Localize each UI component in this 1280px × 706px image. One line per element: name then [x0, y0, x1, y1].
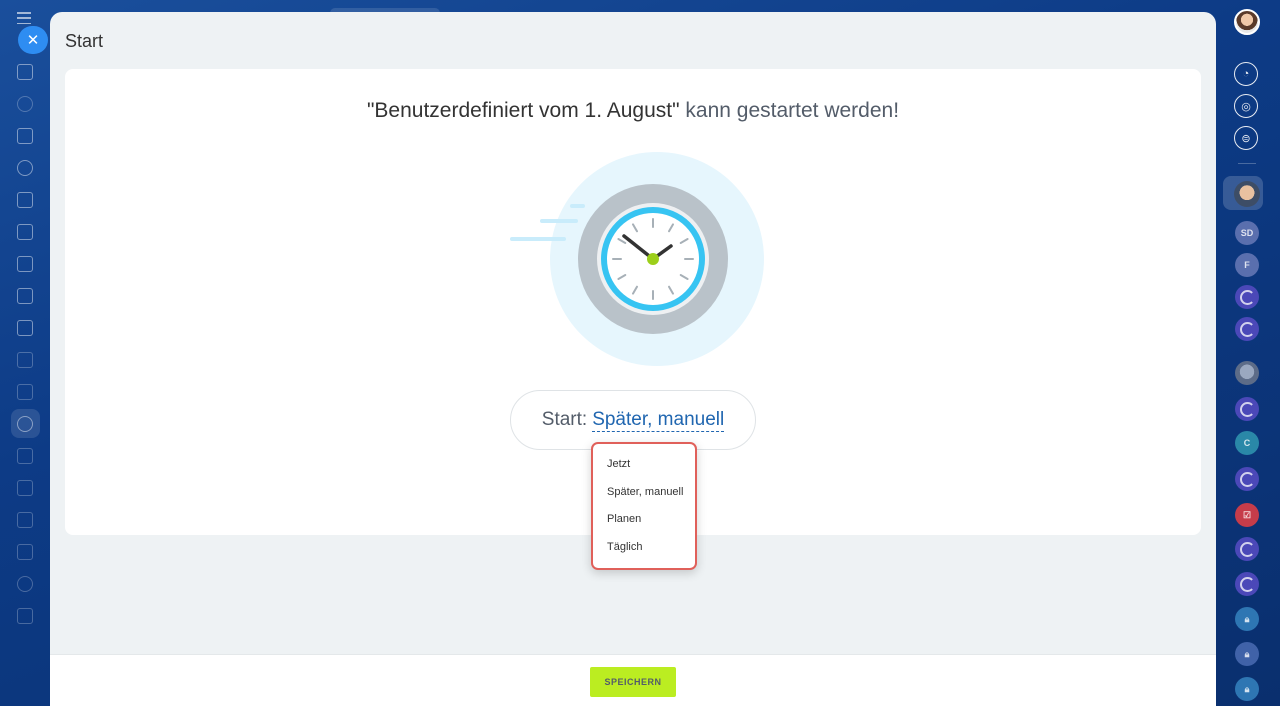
chat-avatar-sd[interactable]: SD — [1235, 221, 1259, 245]
footer-bar: SPEICHERN — [50, 654, 1216, 706]
sites-icon[interactable] — [17, 512, 33, 528]
feed-icon[interactable] — [17, 128, 33, 144]
workgroup-icon[interactable] — [17, 256, 33, 272]
tasks-icon[interactable] — [17, 288, 33, 304]
divider — [1238, 163, 1256, 164]
marketing-icon[interactable] — [17, 416, 33, 432]
users-icon[interactable] — [17, 160, 33, 176]
clock-illustration — [510, 152, 764, 366]
openline-icon[interactable] — [1235, 317, 1259, 341]
lock-icon[interactable]: 🔒︎ — [1235, 607, 1259, 631]
document-icon[interactable] — [17, 192, 33, 208]
close-slider-button[interactable]: ✕ — [18, 26, 48, 54]
tasks-chat-icon[interactable]: ☑ — [1235, 503, 1259, 527]
save-button[interactable]: SPEICHERN — [590, 667, 676, 697]
crm-icon[interactable] — [17, 224, 33, 240]
template-name: "Benutzerdefiniert vom 1. August" — [366, 99, 680, 122]
chat-icon[interactable] — [17, 320, 33, 336]
chat-avatar[interactable] — [1235, 361, 1259, 385]
start-mode-link[interactable]: Später, manuell — [592, 409, 725, 432]
chat-avatar-c[interactable]: C — [1235, 431, 1259, 455]
page-title: Start — [65, 31, 104, 51]
contact-center-icon[interactable] — [17, 544, 33, 560]
start-mode-dropdown: Jetzt Später, manuell Planen Täglich — [591, 442, 697, 570]
avatar-initials: C — [1243, 438, 1251, 448]
openline-icon[interactable] — [1235, 467, 1259, 491]
lock-icon[interactable]: 🔒︎ — [1235, 677, 1259, 701]
left-sidebar: ✕ — [0, 0, 50, 706]
right-sidebar: ◔ ◎ ⊜ SD F C ☑ 🔒︎ 🔒︎ 🔒︎ — [1216, 0, 1280, 706]
menu-item-now[interactable]: Jetzt — [593, 454, 695, 482]
start-headline: "Benutzerdefiniert vom 1. August" kann g… — [65, 99, 1201, 123]
list-icon[interactable] — [17, 608, 33, 624]
start-label: Start: — [541, 409, 588, 430]
user-avatar[interactable] — [1234, 9, 1260, 35]
search-chat-icon[interactable]: ⊜ — [1234, 126, 1258, 150]
analytics-icon[interactable] — [17, 352, 33, 368]
lock-icon[interactable]: 🔒︎ — [1235, 642, 1259, 666]
avatar-initials: F — [1244, 260, 1250, 270]
home-icon[interactable] — [17, 64, 33, 80]
start-mode-selector: Start: Später, manuell — [510, 390, 756, 450]
openline-icon[interactable] — [1235, 285, 1259, 309]
automation-icon[interactable] — [17, 576, 33, 592]
bell-icon[interactable]: ◔ — [1234, 62, 1258, 86]
avatar-initials: SD — [1240, 228, 1254, 238]
menu-item-schedule[interactable]: Planen — [593, 509, 695, 537]
menu-item-later-manual[interactable]: Später, manuell — [593, 482, 695, 510]
filter-icon[interactable] — [17, 480, 33, 496]
openline-icon[interactable] — [1235, 572, 1259, 596]
headline-suffix: kann gestartet werden! — [679, 99, 900, 122]
chat-avatar[interactable] — [1234, 181, 1260, 207]
openlines-icon[interactable]: ◎ — [1234, 94, 1258, 118]
openline-icon[interactable] — [1235, 397, 1259, 421]
database-icon[interactable] — [17, 448, 33, 464]
pulse-icon[interactable] — [17, 96, 33, 112]
openline-icon[interactable] — [1235, 537, 1259, 561]
chat-avatar-f[interactable]: F — [1235, 253, 1259, 277]
cart-icon[interactable] — [17, 384, 33, 400]
slider-panel: Start "Benutzerdefiniert vom 1. August" … — [50, 12, 1216, 706]
menu-item-daily[interactable]: Täglich — [593, 537, 695, 565]
menu-icon[interactable] — [17, 12, 31, 24]
